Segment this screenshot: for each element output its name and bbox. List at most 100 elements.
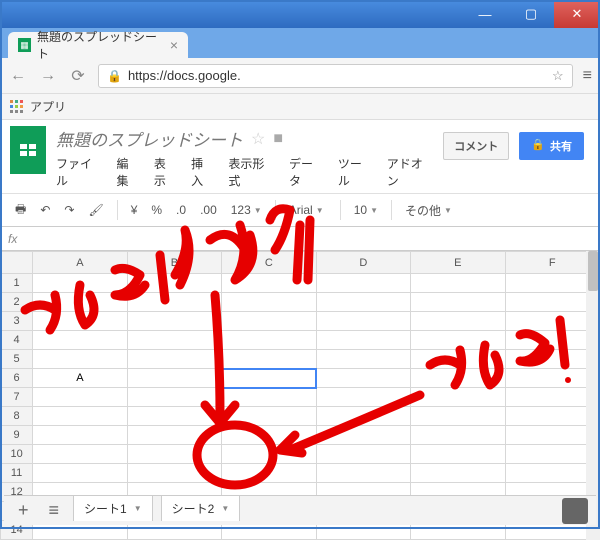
- sheets-logo-icon[interactable]: [10, 126, 46, 174]
- formula-bar[interactable]: fx: [0, 227, 600, 251]
- cell[interactable]: [127, 407, 221, 426]
- cell[interactable]: [411, 369, 505, 388]
- row-header[interactable]: 11: [1, 464, 33, 483]
- cell[interactable]: [411, 274, 505, 293]
- cell[interactable]: [316, 293, 410, 312]
- font-size-select[interactable]: 10▼: [349, 199, 383, 221]
- browser-menu-button[interactable]: ≡: [583, 67, 592, 85]
- menu-insert[interactable]: 挿入: [191, 155, 214, 189]
- cell[interactable]: [127, 331, 221, 350]
- cell[interactable]: [316, 274, 410, 293]
- cell[interactable]: [33, 464, 127, 483]
- cell[interactable]: [222, 445, 316, 464]
- cell[interactable]: [33, 388, 127, 407]
- increase-decimal-button[interactable]: .00: [195, 199, 222, 221]
- currency-button[interactable]: ¥: [126, 199, 143, 221]
- row-header[interactable]: 6: [1, 369, 33, 388]
- row-header[interactable]: 4: [1, 331, 33, 350]
- cell[interactable]: [222, 464, 316, 483]
- url-input[interactable]: 🔒 https://docs.google. ☆: [98, 64, 573, 88]
- cell[interactable]: [33, 331, 127, 350]
- cell[interactable]: [127, 350, 221, 369]
- menu-edit[interactable]: 編集: [117, 155, 140, 189]
- select-all-corner[interactable]: [1, 252, 33, 274]
- percent-button[interactable]: %: [146, 199, 167, 221]
- cell[interactable]: [127, 388, 221, 407]
- cell[interactable]: [222, 274, 316, 293]
- cell[interactable]: [33, 312, 127, 331]
- menu-tools[interactable]: ツール: [338, 155, 373, 189]
- folder-icon[interactable]: ■: [273, 130, 283, 148]
- cell[interactable]: [411, 426, 505, 445]
- cell[interactable]: [33, 407, 127, 426]
- cell[interactable]: [222, 369, 316, 388]
- col-header-b[interactable]: B: [127, 252, 221, 274]
- cell[interactable]: [33, 293, 127, 312]
- cell[interactable]: [222, 312, 316, 331]
- menu-data[interactable]: データ: [289, 155, 324, 189]
- cell[interactable]: [222, 426, 316, 445]
- undo-button[interactable]: ↶: [35, 199, 55, 221]
- cell[interactable]: [316, 350, 410, 369]
- cell[interactable]: [316, 464, 410, 483]
- redo-button[interactable]: ↷: [59, 199, 79, 221]
- col-header-d[interactable]: D: [316, 252, 410, 274]
- forward-button[interactable]: →: [38, 67, 58, 85]
- star-icon[interactable]: ☆: [251, 129, 265, 149]
- row-header[interactable]: 1: [1, 274, 33, 293]
- cell[interactable]: [222, 407, 316, 426]
- add-sheet-button[interactable]: +: [12, 500, 35, 521]
- sheet-tab-1[interactable]: シート1▼: [73, 495, 153, 521]
- cell[interactable]: [411, 407, 505, 426]
- cell[interactable]: [33, 445, 127, 464]
- browser-tab[interactable]: ▦ 無題のスプレッドシート ×: [8, 32, 188, 58]
- apps-label[interactable]: アプリ: [30, 98, 66, 115]
- cell[interactable]: [127, 369, 221, 388]
- menu-addons[interactable]: アドオン: [387, 155, 434, 189]
- menu-file[interactable]: ファイル: [56, 155, 103, 189]
- cell[interactable]: [411, 350, 505, 369]
- document-title[interactable]: 無題のスプレッドシート: [56, 126, 243, 151]
- cell[interactable]: [411, 388, 505, 407]
- menu-format[interactable]: 表示形式: [228, 155, 275, 189]
- share-button[interactable]: 🔒 共有: [519, 132, 584, 160]
- format-123-button[interactable]: 123▼: [226, 199, 267, 221]
- cell[interactable]: [316, 445, 410, 464]
- cell[interactable]: A: [33, 369, 127, 388]
- decrease-decimal-button[interactable]: .0: [171, 199, 191, 221]
- reload-button[interactable]: ⟳: [68, 66, 88, 86]
- cell[interactable]: [316, 426, 410, 445]
- sheet-tab-2[interactable]: シート2▼: [161, 495, 241, 521]
- cell[interactable]: [127, 293, 221, 312]
- print-button[interactable]: 🖶: [10, 196, 31, 225]
- cell[interactable]: [411, 312, 505, 331]
- cell[interactable]: [411, 464, 505, 483]
- apps-icon[interactable]: [10, 100, 24, 114]
- cell[interactable]: [316, 312, 410, 331]
- cell[interactable]: [33, 426, 127, 445]
- row-header[interactable]: 3: [1, 312, 33, 331]
- cell[interactable]: [316, 407, 410, 426]
- cell[interactable]: [222, 350, 316, 369]
- cell[interactable]: [127, 445, 221, 464]
- paint-format-button[interactable]: 🖌: [83, 199, 108, 221]
- col-header-c[interactable]: C: [222, 252, 316, 274]
- window-minimize-button[interactable]: —: [462, 0, 508, 28]
- cell[interactable]: [411, 331, 505, 350]
- cell[interactable]: [222, 331, 316, 350]
- all-sheets-button[interactable]: ≡: [43, 500, 66, 521]
- cell[interactable]: [127, 274, 221, 293]
- cell[interactable]: [316, 331, 410, 350]
- tab-close-button[interactable]: ×: [170, 37, 178, 53]
- cell[interactable]: [127, 312, 221, 331]
- cell[interactable]: [127, 464, 221, 483]
- explore-button[interactable]: [562, 498, 588, 524]
- row-header[interactable]: 2: [1, 293, 33, 312]
- bookmark-star-icon[interactable]: ☆: [552, 68, 564, 84]
- more-tools[interactable]: その他▼: [400, 198, 457, 223]
- window-maximize-button[interactable]: ▢: [508, 0, 554, 28]
- window-close-button[interactable]: ✕: [554, 0, 600, 28]
- cell[interactable]: [33, 274, 127, 293]
- comments-button[interactable]: コメント: [443, 132, 509, 160]
- cell[interactable]: [411, 293, 505, 312]
